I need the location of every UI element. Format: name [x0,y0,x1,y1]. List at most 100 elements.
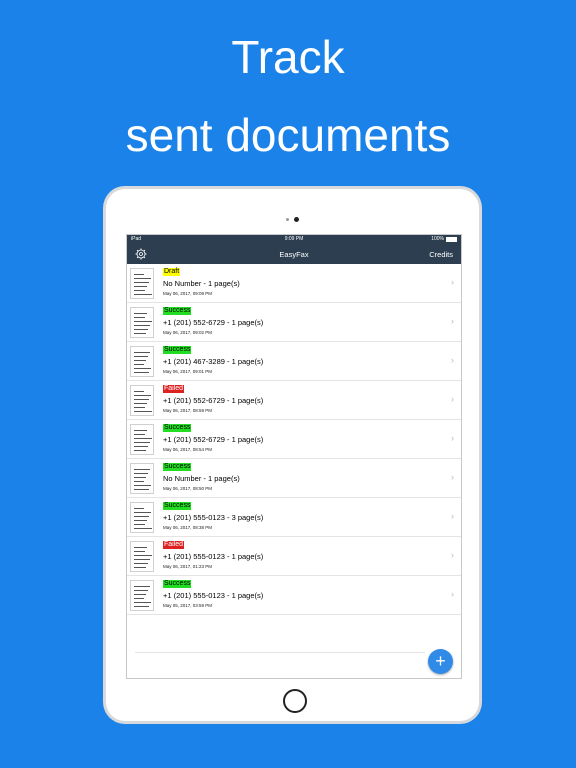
thumbnail-line [134,528,152,529]
fax-number: +1 (201) 555-0123 - 3 page(s) [163,513,264,522]
nav-title: EasyFax [279,250,309,259]
thumbnail-line [134,606,149,607]
status-badge: Success [163,307,192,315]
thumbnail-line [134,325,150,326]
thumbnail-line [134,481,144,482]
thumbnail-line [134,282,149,283]
fax-row[interactable]: Success +1 (201) 552-6729 - 1 page(s) May … [127,303,461,342]
thumbnail-line [134,602,151,603]
thumbnail-line [134,407,145,408]
chevron-right-icon: › [451,511,454,521]
fax-number: +1 (201) 555-0123 - 1 page(s) [163,552,264,561]
status-badge: Failed [163,541,185,549]
thumbnail-line [134,403,147,404]
fax-date: May 06, 2017, 09:01 PM [163,369,213,374]
thumbnail-line [134,399,149,400]
chevron-right-icon: › [451,472,454,482]
status-badge: Draft [163,268,181,276]
thumbnail-line [134,321,152,322]
credits-button[interactable]: Credits [429,250,453,259]
thumbnail-line [134,524,145,525]
thumbnail-line [134,446,148,447]
status-badge: Failed [163,385,185,393]
fax-date: May 05, 2017, 03:59 PM [163,603,213,608]
status-badge: Success [163,424,192,432]
thumbnail-line [134,598,144,599]
document-thumbnail [130,541,154,572]
document-thumbnail [130,268,154,299]
chevron-right-icon: › [451,394,454,404]
thumbnail-line [134,590,148,591]
plus-icon: + [435,651,446,671]
thumbnail-line [134,391,144,392]
thumbnail-line [134,372,149,373]
thumbnail-line [134,594,146,595]
fax-row[interactable]: Success +1 (201) 552-6729 - 1 page(s) May … [127,420,461,459]
thumbnail-line [134,434,145,435]
fax-row[interactable]: Failed +1 (201) 552-6729 - 1 page(s) May 0… [127,381,461,420]
thumbnail-line [134,512,151,513]
thumbnail-line [134,395,151,396]
fax-date: May 06, 2017, 08:50 PM [163,486,213,491]
list-bottom-divider [135,652,425,653]
chevron-right-icon: › [451,433,454,443]
thumbnail-line [134,485,151,486]
thumbnail-line [134,442,150,443]
fax-row[interactable]: Failed +1 (201) 555-0123 - 1 page(s) May 0… [127,537,461,576]
battery-percent: 100% [431,236,444,242]
status-bar: iPad 9:09 PM 100% [127,235,461,244]
thumbnail-line [134,274,144,275]
thumbnail-line [134,516,149,517]
status-badge: Success [163,580,192,588]
add-fax-button[interactable]: + [428,649,453,674]
chevron-right-icon: › [451,355,454,365]
fax-row[interactable]: Draft No Number - 1 page(s) May 06, 2017, … [127,264,461,303]
thumbnail-line [134,313,147,314]
home-button[interactable] [283,689,307,713]
thumbnail-line [134,286,147,287]
fax-row[interactable]: Success +1 (201) 555-0123 - 3 page(s) May … [127,498,461,537]
fax-number: +1 (201) 555-0123 - 1 page(s) [163,591,264,600]
ipad-frame: iPad 9:09 PM 100% EasyFax Credits Draft … [103,186,482,724]
thumbnail-line [134,563,148,564]
fax-row[interactable]: Success No Number - 1 page(s) May 06, 2017… [127,459,461,498]
fax-number: +1 (201) 552-6729 - 1 page(s) [163,435,264,444]
thumbnail-line [134,477,146,478]
fax-date: May 06, 2017, 09:02 PM [163,330,213,335]
status-badge: Success [163,463,192,471]
thumbnail-line [134,411,152,412]
fax-row[interactable]: Success +1 (201) 467-3289 - 1 page(s) May … [127,342,461,381]
thumbnail-line [134,430,147,431]
thumbnail-line [134,364,144,365]
status-badge: Success [163,346,192,354]
sensor-dot [286,218,289,222]
fax-number: No Number - 1 page(s) [163,279,240,288]
chevron-right-icon: › [451,277,454,287]
chevron-right-icon: › [451,316,454,326]
thumbnail-line [134,473,148,474]
chevron-right-icon: › [451,589,454,599]
fax-row[interactable]: Success +1 (201) 555-0123 - 1 page(s) May … [127,576,461,615]
thumbnail-line [134,290,145,291]
fax-number: +1 (201) 552-6729 - 1 page(s) [163,318,264,327]
document-thumbnail [130,346,154,377]
chevron-right-icon: › [451,550,454,560]
thumbnail-line [134,333,146,334]
promo-headline-line1: Track [231,31,345,83]
thumbnail-line [134,278,151,279]
battery-indicator: 100% [431,235,457,244]
battery-icon [446,237,457,242]
fax-date: May 06, 2017, 09:09 PM [163,291,213,296]
document-thumbnail [130,463,154,494]
thumbnail-line [134,489,149,490]
thumbnail-line [134,352,150,353]
fax-date: May 06, 2017, 01:23 PM [163,564,213,569]
thumbnail-line [134,508,144,509]
thumbnail-line [134,586,150,587]
thumbnail-line [134,559,150,560]
thumbnail-line [134,450,146,451]
thumbnail-line [134,567,146,568]
thumbnail-line [134,317,145,318]
app-screen: iPad 9:09 PM 100% EasyFax Credits Draft … [126,234,462,679]
fax-number: +1 (201) 552-6729 - 1 page(s) [163,396,264,405]
